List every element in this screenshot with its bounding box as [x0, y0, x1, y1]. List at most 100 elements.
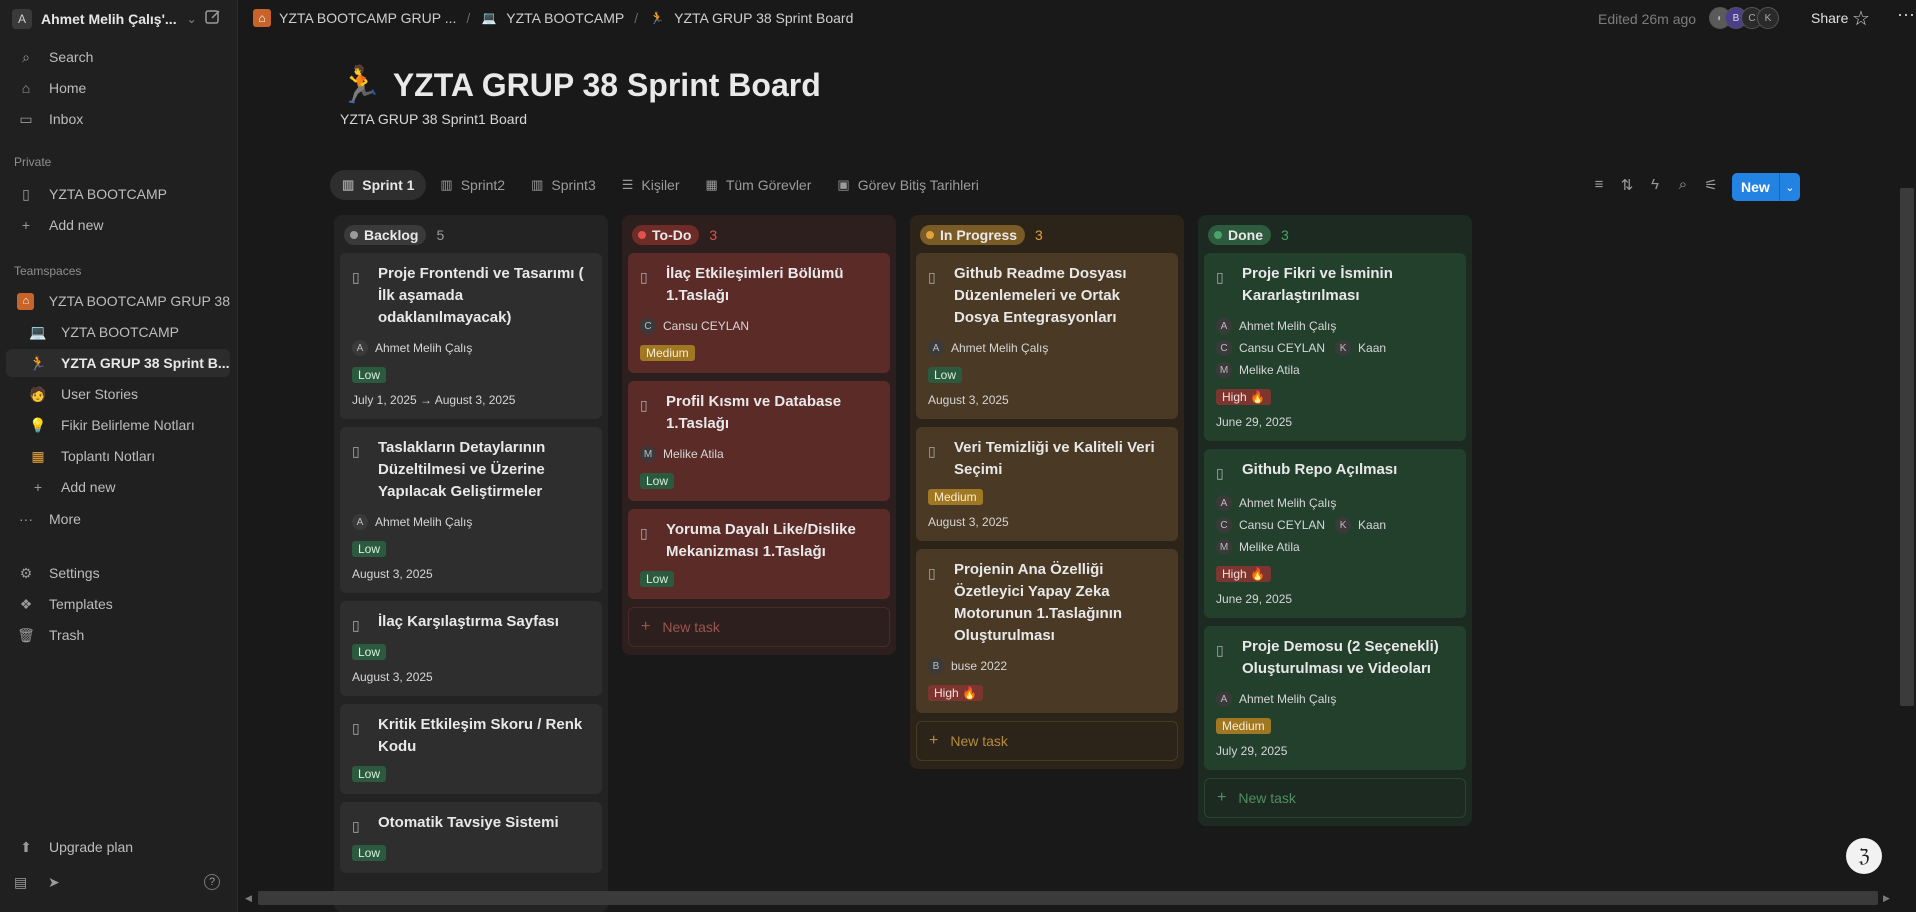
- new-page-icon[interactable]: [204, 8, 224, 28]
- tab-bitis-tarihleri[interactable]: ▣ Görev Bitiş Tarihleri: [825, 170, 990, 200]
- sidebar-inbox[interactable]: ▭ Inbox: [6, 105, 230, 133]
- assignee[interactable]: M Melike Atila: [640, 443, 724, 465]
- assignee[interactable]: A Ahmet Melih Çalış: [1216, 492, 1336, 514]
- sidebar-item-toplanti[interactable]: ▦ Toplantı Notları: [6, 442, 230, 470]
- new-button[interactable]: New ⌄: [1732, 173, 1800, 201]
- assignee[interactable]: C Cansu CEYLAN: [640, 315, 749, 337]
- page-title[interactable]: YZTA GRUP 38 Sprint Board: [393, 67, 821, 104]
- breadcrumb-teamspace[interactable]: ⌂ YZTA BOOTCAMP GRUP ...: [253, 9, 456, 27]
- task-card[interactable]: ▯ Proje Frontendi ve Tasarımı ( İlk aşama…: [340, 253, 602, 419]
- horizontal-scrollbar[interactable]: [258, 891, 1878, 905]
- breadcrumb-separator: /: [634, 10, 639, 26]
- more-options-icon[interactable]: ···: [1897, 4, 1915, 25]
- assignee[interactable]: M Melike Atila: [1216, 359, 1300, 381]
- assignee[interactable]: A Ahmet Melih Çalış: [352, 337, 472, 359]
- teamspace-home-icon: ⌂: [253, 9, 271, 27]
- task-card[interactable]: ▯ Kritik Etkileşim Skoru / Renk Kodu Low: [340, 704, 602, 794]
- task-card[interactable]: ▯ İlaç Etkileşimleri Bölümü 1.Taslağı C Can…: [628, 253, 890, 373]
- priority-badge: High 🔥: [928, 685, 983, 701]
- workspace-switcher[interactable]: A Ahmet Melih Çalış'... ⌄: [12, 8, 226, 30]
- scroll-left-icon[interactable]: ◀: [245, 893, 252, 904]
- sidebar-settings[interactable]: ⚙ Settings: [6, 559, 230, 587]
- assignee[interactable]: C Cansu CEYLAN: [1216, 514, 1325, 536]
- chevron-down-icon[interactable]: ⌄: [1778, 173, 1800, 201]
- help-button[interactable]: ℨ: [1846, 838, 1882, 874]
- sidebar-item-user-stories[interactable]: 🧑 User Stories: [6, 380, 230, 408]
- assignee[interactable]: A Ahmet Melih Çalış: [352, 511, 472, 533]
- column-header[interactable]: In Progress 3: [916, 215, 1178, 253]
- vertical-scrollbar[interactable]: [1900, 188, 1914, 706]
- sidebar-item-sprint-board[interactable]: 🏃 YZTA GRUP 38 Sprint B...: [6, 349, 230, 377]
- tab-sprint-3[interactable]: ▥ Sprint3: [519, 170, 608, 200]
- star-icon[interactable]: ☆: [1852, 6, 1870, 31]
- task-card[interactable]: ▯ Otomatik Tavsiye Sistemi Low: [340, 802, 602, 873]
- page-description[interactable]: YZTA GRUP 38 Sprint1 Board: [340, 111, 527, 127]
- task-card[interactable]: ▯ Proje Demosu (2 Seçenekli) Oluşturulmas…: [1204, 626, 1466, 770]
- new-task-button[interactable]: + New task: [1204, 778, 1466, 818]
- assignees: A Ahmet Melih Çalış C Cansu CEYLAN K Kaan M Mel…: [1216, 492, 1454, 558]
- sidebar-item-bootcamp[interactable]: 💻 YZTA BOOTCAMP: [6, 318, 230, 346]
- task-card[interactable]: ▯ Github Readme Dosyası Düzenlemeleri ve …: [916, 253, 1178, 419]
- sidebar-trash[interactable]: 🗑 Trash: [6, 621, 230, 649]
- assignee[interactable]: C Cansu CEYLAN: [1216, 337, 1325, 359]
- settings-sliders-icon[interactable]: ⚟: [1702, 176, 1720, 194]
- breadcrumb-current[interactable]: 🏃 YZTA GRUP 38 Sprint Board: [648, 9, 854, 27]
- sidebar-teamspace-root[interactable]: ⌂ YZTA BOOTCAMP GRUP 38: [6, 287, 230, 315]
- new-task-button[interactable]: + New task: [628, 607, 890, 647]
- tab-tum-gorevler[interactable]: ▦ Tüm Görevler: [694, 170, 824, 200]
- column-header[interactable]: Backlog 5: [340, 215, 602, 253]
- breadcrumb: ⌂ YZTA BOOTCAMP GRUP ... / 💻 YZTA BOOTCA…: [253, 9, 853, 27]
- task-card[interactable]: ▯ Profil Kısmı ve Database 1.Taslağı M Meli…: [628, 381, 890, 501]
- assignee[interactable]: A Ahmet Melih Çalış: [928, 337, 1048, 359]
- assignee-name: Ahmet Melih Çalış: [951, 341, 1049, 355]
- sidebar-item-label: Add new: [61, 479, 116, 495]
- task-card[interactable]: ▯ Github Repo Açılması A Ahmet Melih Çalış C…: [1204, 449, 1466, 618]
- new-task-button[interactable]: + New task: [916, 721, 1178, 761]
- priority-badge: Low: [352, 845, 387, 861]
- scroll-right-icon[interactable]: ▶: [1883, 893, 1890, 904]
- due-date: July 29, 2025: [1216, 744, 1288, 758]
- sort-icon[interactable]: ⇅: [1618, 176, 1636, 194]
- assignee[interactable]: A Ahmet Melih Çalış: [1216, 315, 1336, 337]
- assignee[interactable]: M Melike Atila: [1216, 536, 1300, 558]
- task-card[interactable]: ▯ Proje Fikri ve İsminin Kararlaştırılmas…: [1204, 253, 1466, 441]
- sidebar-home[interactable]: ⌂ Home: [6, 74, 230, 102]
- sidebar-item-yzta-bootcamp[interactable]: ▯ YZTA BOOTCAMP: [6, 180, 230, 208]
- sidebar-team-add-new[interactable]: + Add new: [6, 473, 230, 501]
- calendar-app-icon[interactable]: ▤: [14, 874, 27, 891]
- filter-icon[interactable]: ≡: [1590, 176, 1608, 194]
- assignee[interactable]: A Ahmet Melih Çalış: [1216, 688, 1336, 710]
- breadcrumb-bootcamp[interactable]: 💻 YZTA BOOTCAMP: [480, 9, 624, 27]
- sidebar-search[interactable]: ⌕ Search: [6, 43, 230, 71]
- status-dot-icon: [350, 231, 358, 239]
- task-card[interactable]: ▯ Veri Temizliği ve Kaliteli Veri Seçimi M…: [916, 427, 1178, 541]
- collaborator-avatars[interactable]: ◐ B C K: [1709, 7, 1779, 29]
- task-card[interactable]: ▯ Yoruma Dayalı Like/Dislike Mekanizması …: [628, 509, 890, 599]
- automation-icon[interactable]: ϟ: [1646, 176, 1664, 194]
- assignee-name: Melike Atila: [1239, 540, 1300, 554]
- sidebar-footer: ▤ ➤ ?: [14, 874, 224, 894]
- tab-kisiler[interactable]: ☰ Kişiler: [610, 170, 692, 200]
- tab-sprint-2[interactable]: ▥ Sprint2: [428, 170, 517, 200]
- help-icon[interactable]: ?: [204, 874, 220, 890]
- sidebar-more[interactable]: ··· More: [6, 505, 230, 533]
- task-card[interactable]: ▯ Taslakların Detaylarının Düzeltilmesi v…: [340, 427, 602, 593]
- status-label: Done: [1228, 227, 1263, 243]
- sidebar-item-fikir[interactable]: 💡 Fikir Belirleme Notları: [6, 411, 230, 439]
- status-dot-icon: [926, 231, 934, 239]
- send-icon[interactable]: ➤: [48, 874, 60, 891]
- assignee[interactable]: K Kaan: [1335, 337, 1386, 359]
- runner-icon[interactable]: 🏃: [338, 64, 383, 106]
- search-icon[interactable]: ⌕: [1674, 176, 1692, 194]
- share-button[interactable]: Share: [1811, 10, 1848, 26]
- sidebar-add-new[interactable]: + Add new: [6, 211, 230, 239]
- sidebar-templates[interactable]: ❖ Templates: [6, 590, 230, 618]
- sidebar-upgrade-plan[interactable]: ⬆ Upgrade plan: [6, 833, 230, 861]
- task-card[interactable]: ▯ İlaç Karşılaştırma Sayfası Low August 3, …: [340, 601, 602, 696]
- column-header[interactable]: Done 3: [1204, 215, 1466, 253]
- assignee[interactable]: K Kaan: [1335, 514, 1386, 536]
- tab-sprint-1[interactable]: ▥ Sprint 1: [330, 170, 427, 200]
- task-card[interactable]: ▯ Projenin Ana Özelliği Özetleyici Yapay …: [916, 549, 1178, 713]
- column-header[interactable]: To-Do 3: [628, 215, 890, 253]
- assignee[interactable]: Bbuse 2022: [928, 655, 1007, 677]
